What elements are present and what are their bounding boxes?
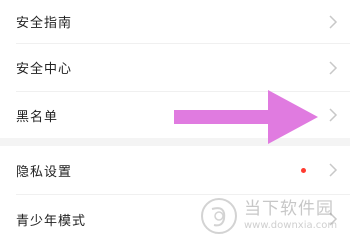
settings-item-safety-guide[interactable]: 安全指南 bbox=[0, 0, 350, 43]
settings-item-label: 青少年模式 bbox=[16, 213, 87, 229]
chevron-right-icon bbox=[328, 163, 338, 177]
chevron-right-icon bbox=[328, 108, 338, 122]
settings-item-label: 隐私设置 bbox=[16, 164, 73, 180]
watermark: 当下软件园 www.downxia.com bbox=[200, 195, 342, 237]
settings-item-safety-center[interactable]: 安全中心 bbox=[0, 44, 350, 91]
settings-item-label: 安全指南 bbox=[16, 16, 73, 31]
settings-item-blacklist[interactable]: 黑名单 bbox=[0, 92, 350, 138]
settings-item-label: 安全中心 bbox=[16, 62, 73, 77]
watermark-logo-icon bbox=[201, 198, 237, 234]
chevron-right-icon bbox=[328, 14, 338, 29]
settings-item-privacy[interactable]: 隐私设置 bbox=[0, 146, 350, 194]
settings-item-label: 黑名单 bbox=[16, 109, 59, 125]
chevron-right-icon bbox=[328, 60, 338, 75]
section-gap bbox=[0, 138, 350, 146]
watermark-name: 当下软件园 bbox=[244, 199, 334, 219]
red-dot-badge bbox=[301, 168, 306, 173]
watermark-url: www.downxia.com bbox=[244, 220, 338, 231]
